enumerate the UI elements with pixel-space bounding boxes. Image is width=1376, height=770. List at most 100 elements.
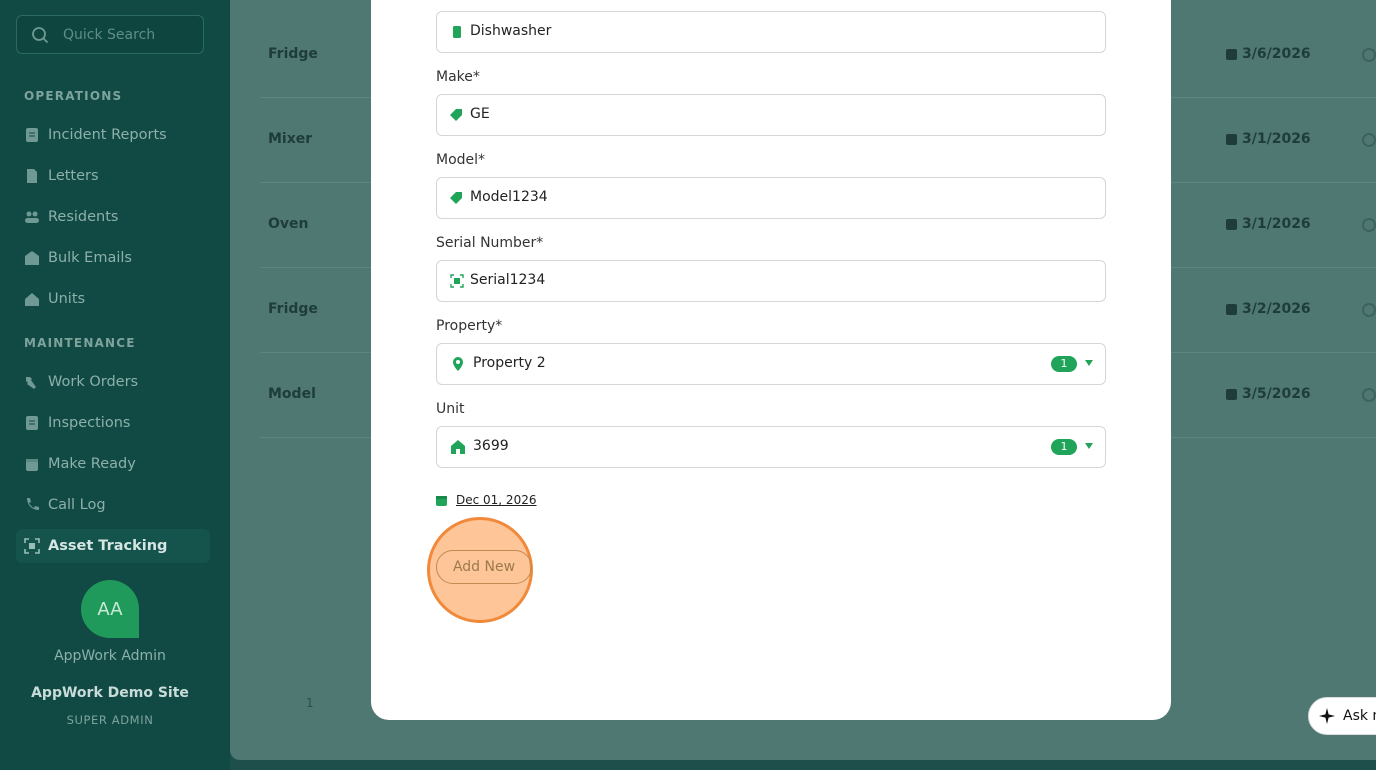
unit-label: Unit xyxy=(436,401,465,417)
make-field[interactable]: GE xyxy=(436,94,1106,136)
house-icon xyxy=(25,293,39,306)
row-date-text: 3/1/2026 xyxy=(1242,216,1311,232)
sidebar-item-letters[interactable]: Letters xyxy=(16,159,210,193)
calendar-icon xyxy=(1226,48,1237,60)
sidebar: OPERATIONS Incident Reports Letters Resi… xyxy=(0,0,230,770)
date-text: Dec 01, 2026 xyxy=(456,493,537,507)
sidebar-item-work-orders[interactable]: Work Orders xyxy=(16,365,210,399)
table-row-name: Fridge xyxy=(268,46,318,62)
people-icon xyxy=(25,211,39,223)
user-name: AppWork Admin xyxy=(54,648,166,664)
table-row-name: Mixer xyxy=(268,131,313,147)
ask-assistant-label: Ask m xyxy=(1343,708,1376,724)
model-value: Model1234 xyxy=(470,189,548,205)
search-icon xyxy=(32,27,49,44)
sparkle-icon xyxy=(1319,708,1335,724)
chevron-down-icon[interactable] xyxy=(1085,360,1093,366)
property-value: Property 2 xyxy=(473,355,546,371)
sidebar-item-label: Residents xyxy=(48,209,119,225)
table-row-name: Oven xyxy=(268,216,309,232)
row-action-icon[interactable] xyxy=(1362,218,1376,232)
row-action-icon[interactable] xyxy=(1362,133,1376,147)
sidebar-item-label: Call Log xyxy=(48,497,106,513)
row-action-icon[interactable] xyxy=(1362,48,1376,62)
sidebar-item-label: Letters xyxy=(48,168,99,184)
calendar-icon xyxy=(1226,133,1237,145)
tag-icon xyxy=(450,109,462,121)
sidebar-item-label: Inspections xyxy=(48,415,131,431)
property-label: Property* xyxy=(436,318,503,334)
calendar-icon xyxy=(436,495,447,506)
row-action-icon[interactable] xyxy=(1362,388,1376,402)
table-row-date: 3/1/2026 xyxy=(1226,131,1311,147)
table-row-name: Fridge xyxy=(268,301,318,317)
calendar-icon xyxy=(1226,218,1237,230)
row-action-icon[interactable] xyxy=(1362,303,1376,317)
sidebar-item-bulk-emails[interactable]: Bulk Emails xyxy=(16,241,210,275)
date-picker-link[interactable]: Dec 01, 2026 xyxy=(436,493,536,507)
clipboard-icon xyxy=(26,416,38,430)
table-row-name: Model xyxy=(268,386,316,402)
document-icon xyxy=(26,128,38,142)
tag-icon xyxy=(450,192,462,204)
calendar-icon xyxy=(1226,303,1237,315)
model-label: Model* xyxy=(436,152,486,168)
add-new-button[interactable]: Add New xyxy=(436,550,532,584)
wrench-icon xyxy=(26,377,36,389)
make-value: GE xyxy=(470,106,490,122)
property-select[interactable]: Property 2 1 xyxy=(436,343,1106,385)
sidebar-item-units[interactable]: Units xyxy=(16,282,210,316)
row-date-text: 3/2/2026 xyxy=(1242,301,1311,317)
unit-count-badge: 1 xyxy=(1051,439,1077,455)
quick-search[interactable] xyxy=(16,15,204,54)
barcode-scan-icon xyxy=(450,274,464,288)
search-input[interactable] xyxy=(63,25,193,45)
sidebar-item-label: Asset Tracking xyxy=(48,538,168,554)
sidebar-item-label: Units xyxy=(48,291,86,307)
sidebar-item-residents[interactable]: Residents xyxy=(16,200,210,234)
calendar-icon xyxy=(26,459,38,471)
sidebar-item-incident-reports[interactable]: Incident Reports xyxy=(16,118,210,152)
row-date-text: 3/1/2026 xyxy=(1242,131,1311,147)
letter-icon xyxy=(27,169,37,183)
calendar-icon xyxy=(1226,388,1237,400)
phone-icon xyxy=(27,498,39,510)
site-name: AppWork Demo Site xyxy=(31,685,189,701)
pagination-page[interactable]: 1 xyxy=(306,696,314,710)
table-row-date: 3/6/2026 xyxy=(1226,46,1311,62)
serial-label: Serial Number* xyxy=(436,235,544,251)
sidebar-item-make-ready[interactable]: Make Ready xyxy=(16,447,210,481)
location-pin-icon xyxy=(453,357,463,371)
type-field[interactable]: Dishwasher xyxy=(436,11,1106,53)
user-role: SUPER ADMIN xyxy=(66,713,154,727)
unit-select[interactable]: 3699 1 xyxy=(436,426,1106,468)
sidebar-item-label: Incident Reports xyxy=(48,127,167,143)
unit-value: 3699 xyxy=(473,438,509,454)
sidebar-item-label: Make Ready xyxy=(48,456,136,472)
appliance-icon xyxy=(453,26,461,38)
row-date-text: 3/6/2026 xyxy=(1242,46,1311,62)
property-count-badge: 1 xyxy=(1051,356,1077,372)
avatar-initials: AA xyxy=(97,598,123,620)
row-date-text: 3/5/2026 xyxy=(1242,386,1311,402)
mail-icon xyxy=(25,251,39,265)
sidebar-item-call-log[interactable]: Call Log xyxy=(16,488,210,522)
ask-assistant-button[interactable]: Ask m xyxy=(1308,697,1376,735)
sidebar-item-label: Bulk Emails xyxy=(48,250,132,266)
sidebar-item-inspections[interactable]: Inspections xyxy=(16,406,210,440)
sidebar-item-asset-tracking[interactable]: Asset Tracking xyxy=(16,529,210,563)
model-field[interactable]: Model1234 xyxy=(436,177,1106,219)
table-row-date: 3/1/2026 xyxy=(1226,216,1311,232)
chevron-down-icon[interactable] xyxy=(1085,443,1093,449)
avatar[interactable]: AA xyxy=(81,580,139,638)
sidebar-item-label: Work Orders xyxy=(48,374,139,390)
type-value: Dishwasher xyxy=(470,23,552,39)
section-label-maintenance: MAINTENANCE xyxy=(24,336,136,350)
make-label: Make* xyxy=(436,69,480,85)
scan-icon xyxy=(24,538,40,554)
table-row-date: 3/5/2026 xyxy=(1226,386,1311,402)
table-row-date: 3/2/2026 xyxy=(1226,301,1311,317)
serial-field[interactable]: Serial1234 xyxy=(436,260,1106,302)
house-icon xyxy=(451,440,465,454)
serial-value: Serial1234 xyxy=(470,272,546,288)
